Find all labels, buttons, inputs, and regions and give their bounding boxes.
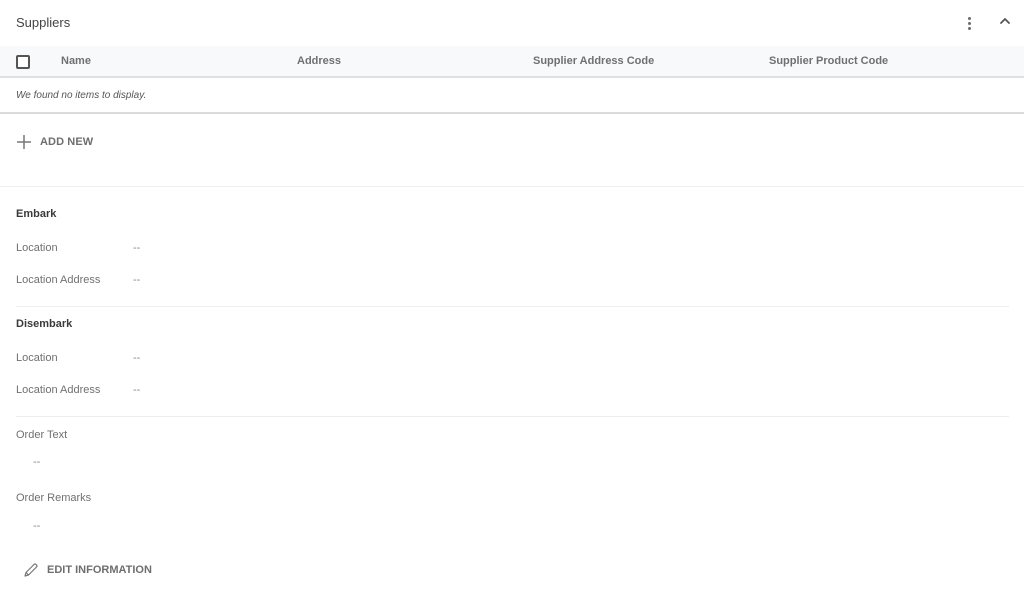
pencil-icon	[24, 563, 38, 577]
column-header-name[interactable]: Name	[61, 55, 91, 67]
suppliers-header: Suppliers	[0, 0, 1024, 46]
disembark-location-address-value: --	[133, 384, 141, 396]
suppliers-table-header: Name Address Supplier Address Code Suppl…	[0, 46, 1024, 78]
embark-location-value: --	[133, 242, 141, 254]
more-vert-icon[interactable]	[962, 14, 978, 34]
column-header-supplier-product-code[interactable]: Supplier Product Code	[769, 55, 888, 67]
embark-location-address-value: --	[133, 274, 141, 286]
embark-title: Embark	[16, 208, 57, 220]
plus-icon	[17, 135, 31, 149]
table-empty-row: We found no items to display.	[0, 80, 1024, 114]
column-header-supplier-address-code[interactable]: Supplier Address Code	[533, 55, 654, 67]
disembark-location-label: Location	[16, 352, 58, 364]
disembark-title: Disembark	[16, 318, 73, 330]
order-remarks-label: Order Remarks	[16, 492, 92, 504]
supplier-details-page: Suppliers Name Address Supplier Address …	[0, 0, 1024, 605]
disembark-divider	[16, 416, 1009, 417]
disembark-location-address-label: Location Address	[16, 384, 101, 396]
chevron-up-icon[interactable]	[996, 12, 1014, 30]
order-text-value: --	[33, 456, 41, 468]
embark-location-address-label: Location Address	[16, 274, 101, 286]
select-all-checkbox[interactable]	[16, 55, 30, 69]
embark-location-label: Location	[16, 242, 58, 254]
edit-information-button[interactable]: EDIT INFORMATION	[23, 561, 152, 579]
edit-information-label: EDIT INFORMATION	[47, 564, 152, 576]
add-new-button[interactable]: ADD NEW	[16, 133, 93, 151]
section-divider	[0, 186, 1024, 187]
suppliers-title: Suppliers	[16, 15, 71, 30]
order-text-label: Order Text	[16, 429, 68, 441]
order-remarks-value: --	[33, 520, 41, 532]
column-header-address[interactable]: Address	[297, 55, 341, 67]
add-new-label: ADD NEW	[40, 136, 94, 148]
disembark-location-value: --	[133, 352, 141, 364]
embark-divider	[16, 306, 1009, 307]
empty-message: We found no items to display.	[16, 90, 147, 101]
